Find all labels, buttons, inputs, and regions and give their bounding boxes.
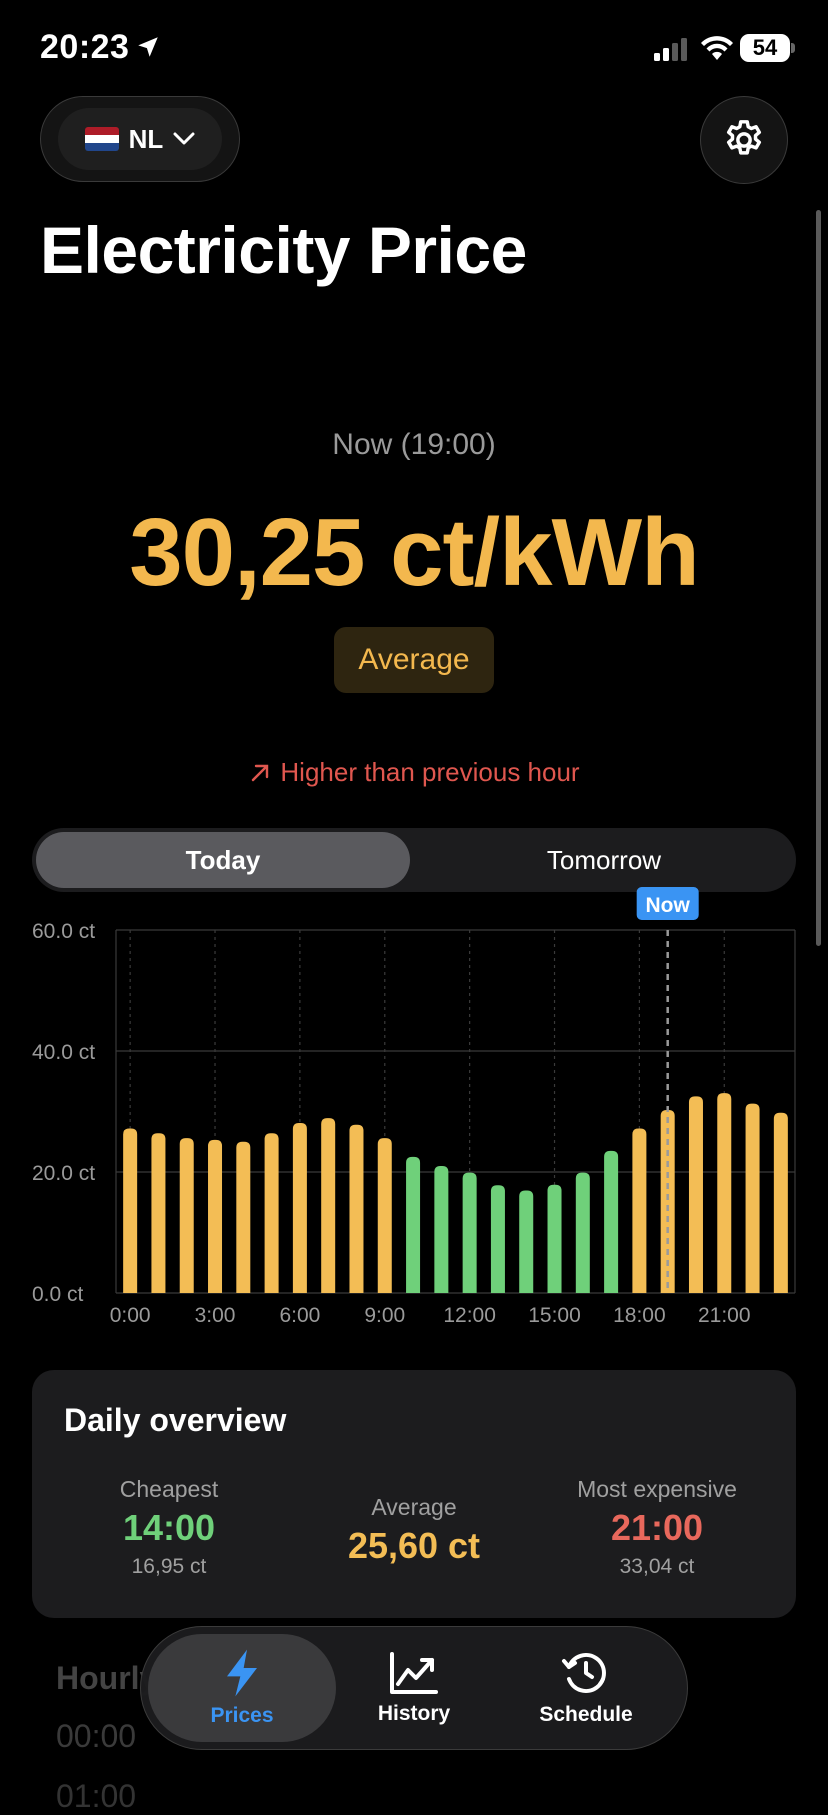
chart-bar: [236, 1141, 251, 1293]
most-expensive-time: 21:00: [610, 1507, 704, 1548]
chart-bar: [547, 1184, 562, 1293]
chart-bar: [519, 1190, 534, 1293]
chart-bar: [151, 1133, 166, 1293]
tab-history-label: History: [377, 1702, 451, 1725]
hourly-row-time: 00:00: [56, 1718, 137, 1754]
tab-schedule-label: Schedule: [539, 1703, 633, 1726]
most-expensive-price: 33,04 ct: [619, 1555, 695, 1578]
chart-x-tick-label: 18:00: [613, 1304, 666, 1327]
chart-bar: [123, 1128, 138, 1293]
chart-y-tick-label: 20.0 ct: [32, 1162, 95, 1185]
cheapest-label: Cheapest: [119, 1476, 219, 1502]
chart-bar: [632, 1128, 647, 1293]
price-trend-text: Higher than previous hour: [280, 757, 580, 787]
cellular-signal-icon: [654, 38, 687, 61]
bolt-icon: [227, 1649, 257, 1697]
chart-x-tick-label: 9:00: [364, 1304, 405, 1327]
chart-bar: [264, 1133, 279, 1293]
price-level-text: Average: [358, 643, 470, 676]
hourly-price-chart[interactable]: 0.0 ct 20.0 ct 40.0 ct 60.0 ct Now 0:00 3:00 6:…: [0, 880, 828, 1340]
chart-x-tick-label: 0:00: [110, 1304, 151, 1327]
chart-x-tick-label: 6:00: [279, 1304, 320, 1327]
chart-bar: [377, 1138, 392, 1293]
price-level-badge: Average: [334, 627, 494, 693]
chart-y-tick-label: 60.0 ct: [32, 920, 95, 943]
chart-line-icon: [390, 1652, 438, 1694]
wifi-icon: [701, 36, 733, 60]
chart-bar: [349, 1124, 364, 1293]
status-time: 20:23: [40, 28, 161, 69]
chart-bar: [292, 1122, 307, 1293]
tab-history[interactable]: History: [324, 1634, 504, 1742]
hourly-row-time: 01:00: [56, 1778, 137, 1814]
location-arrow-icon: [135, 30, 161, 69]
gear-icon: [726, 120, 762, 155]
cheapest-time: 14:00: [122, 1507, 216, 1548]
most-expensive-label: Most expensive: [577, 1476, 737, 1502]
chart-bar: [604, 1150, 619, 1293]
chart-bar: [208, 1139, 223, 1293]
segment-today-label: Today: [185, 844, 261, 875]
segment-tomorrow-label: Tomorrow: [546, 844, 662, 875]
country-selector-inner[interactable]: NL: [58, 108, 222, 170]
current-time-label: Now (19:00): [332, 428, 496, 461]
battery-tip: [791, 43, 795, 53]
price-trend: Higher than previous hour: [0, 757, 828, 788]
chart-bar: [406, 1156, 421, 1293]
chart-x-tick-label: 21:00: [698, 1304, 751, 1327]
chart-bar: [321, 1118, 336, 1293]
chart-bar: [688, 1096, 703, 1293]
country-code: NL: [128, 123, 164, 154]
chart-x-tick-label: 15:00: [528, 1304, 581, 1327]
cheapest-price: 16,95 ct: [131, 1555, 207, 1578]
current-price: 30,25 ct/kWh: [129, 499, 700, 606]
chart-y-tick-label: 0.0 ct: [32, 1283, 84, 1306]
chart-now-label: Now: [646, 894, 691, 917]
most-expensive-stat: Most expensive 21:00 33,04 ct: [537, 1476, 777, 1579]
arrow-up-right-icon: [252, 764, 269, 781]
daily-overview-title: Daily overview: [64, 1402, 287, 1438]
chart-bar: [179, 1138, 194, 1293]
average-label: Average: [371, 1494, 457, 1520]
chart-bar: [745, 1103, 760, 1293]
chart-x-tick-label: 3:00: [195, 1304, 236, 1327]
chart-bar: [717, 1093, 732, 1293]
average-stat: Average 25,60 ct: [294, 1494, 534, 1567]
chevron-down-icon: [173, 132, 195, 145]
page-title: Electricity Price: [40, 213, 527, 287]
chart-bar: [490, 1185, 505, 1293]
settings-button[interactable]: [700, 96, 788, 184]
chart-bar: [434, 1165, 449, 1293]
tab-schedule[interactable]: Schedule: [496, 1634, 676, 1742]
chart-bar: [575, 1172, 590, 1293]
netherlands-flag-icon: [84, 127, 119, 151]
average-price: 25,60 ct: [347, 1525, 481, 1566]
cheapest-stat: Cheapest 14:00 16,95 ct: [49, 1476, 289, 1579]
battery-level: 54: [752, 35, 778, 60]
tab-prices[interactable]: Prices: [152, 1634, 332, 1742]
chart-y-tick-label: 40.0 ct: [32, 1041, 95, 1064]
chart-bar: [462, 1172, 477, 1293]
chart-bar: [773, 1112, 788, 1293]
clock-history-icon: [562, 1653, 606, 1693]
status-time-text: 20:23: [40, 28, 130, 66]
tab-prices-label: Prices: [210, 1704, 274, 1727]
battery-icon: 54: [740, 34, 790, 62]
chart-x-tick-label: 12:00: [443, 1304, 496, 1327]
